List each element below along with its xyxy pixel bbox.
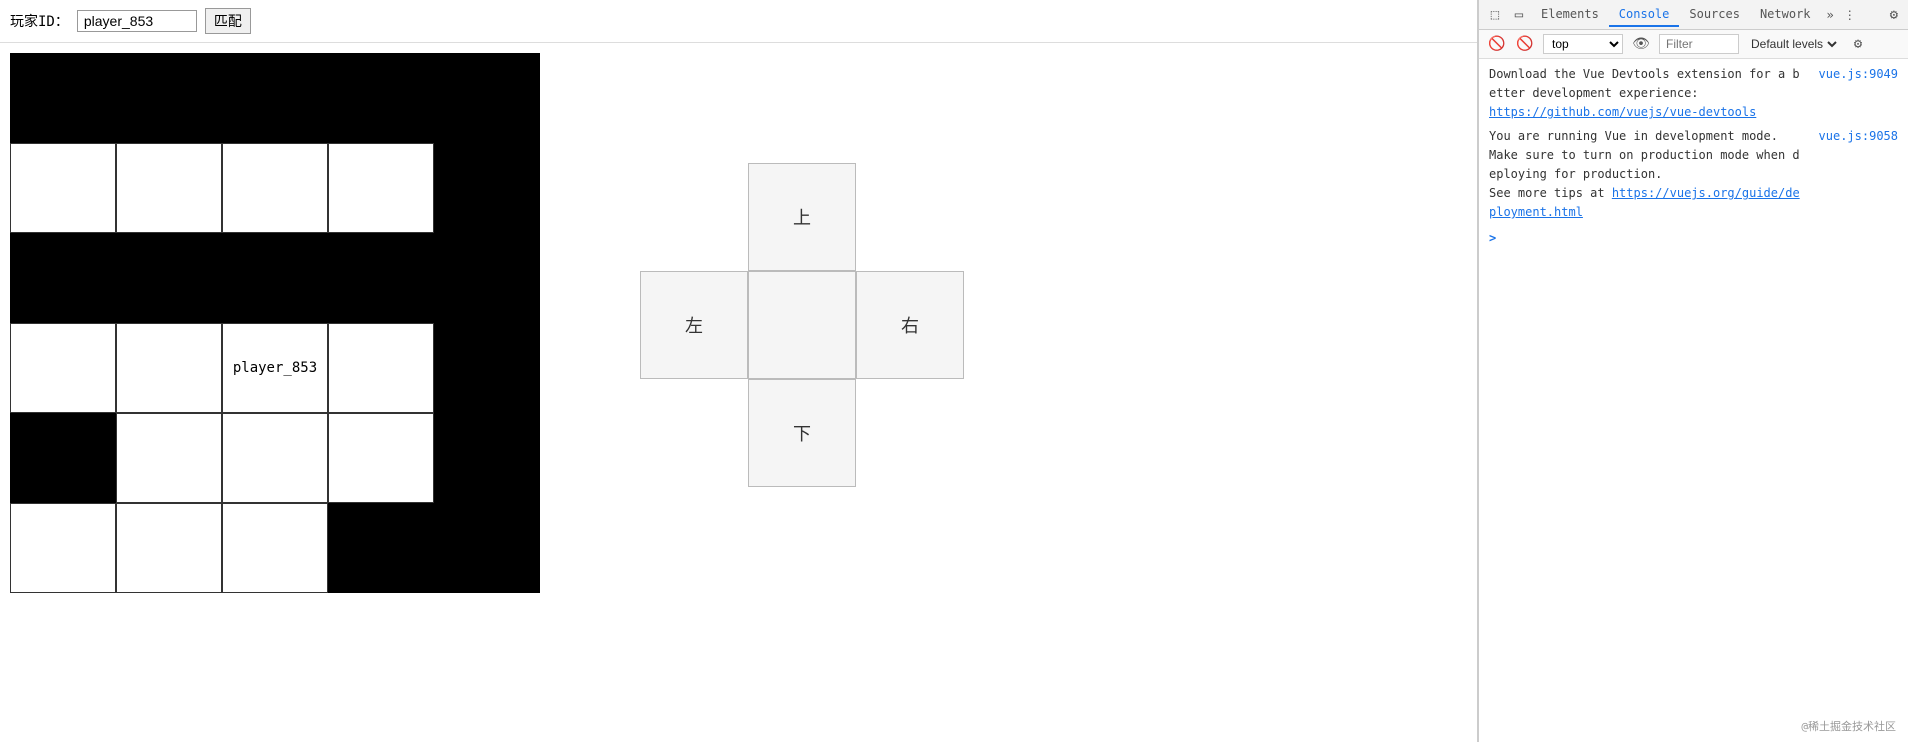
grid-cell <box>328 503 434 593</box>
grid-cell <box>222 413 328 503</box>
gear-icon[interactable]: ⚙ <box>1848 34 1868 54</box>
dpad-empty-tr <box>856 163 964 271</box>
context-select[interactable]: top <box>1543 34 1623 54</box>
grid-cell <box>434 503 540 593</box>
grid-cell <box>10 233 116 323</box>
game-content: player_853 上 左 右 下 <box>0 43 1477 742</box>
dpad-center <box>748 271 856 379</box>
console-output: Download the Vue Devtools extension for … <box>1479 59 1908 742</box>
settings-icon[interactable]: ⚙ <box>1884 3 1904 27</box>
tab-network[interactable]: Network <box>1750 3 1821 27</box>
dpad-container: 上 左 右 下 <box>640 163 964 487</box>
devtools-link[interactable]: https://github.com/vuejs/vue-devtools <box>1489 105 1756 119</box>
inspect-icon[interactable]: ⬚ <box>1483 3 1507 27</box>
clear-icon[interactable]: 🚫 <box>1515 34 1535 54</box>
levels-select[interactable]: Default levels <box>1747 36 1840 52</box>
grid-cell <box>434 413 540 503</box>
devtools-toolbar: 🚫 🚫 top 👁 Default levels ⚙ <box>1479 30 1908 59</box>
grid-cell <box>116 233 222 323</box>
grid-cell <box>434 53 540 143</box>
grid-cell <box>10 413 116 503</box>
eye-icon[interactable]: 👁 <box>1631 34 1651 54</box>
grid-cell: player_853 <box>222 323 328 413</box>
top-bar: 玩家ID： 匹配 <box>0 0 1477 43</box>
grid-cell <box>434 143 540 233</box>
filter-input[interactable] <box>1659 34 1739 54</box>
devtools-tab-bar: ⬚ ▭ Elements Console Sources Network » ⋮… <box>1479 0 1908 30</box>
dpad-left-button[interactable]: 左 <box>640 271 748 379</box>
main-area: 玩家ID： 匹配 player_853 上 左 右 下 <box>0 0 1478 742</box>
grid-cell <box>328 53 434 143</box>
grid-cell <box>328 323 434 413</box>
grid-cell <box>10 323 116 413</box>
console-msg-1-source[interactable]: vue.js:9049 <box>1819 65 1898 84</box>
console-prompt: > <box>1489 229 1898 248</box>
match-button[interactable]: 匹配 <box>205 8 251 34</box>
console-msg-2-text: You are running Vue in development mode.… <box>1489 127 1803 223</box>
dpad-empty-br <box>856 379 964 487</box>
grid-cell <box>116 413 222 503</box>
deployment-link[interactable]: https://vuejs.org/guide/deployment.html <box>1489 186 1800 219</box>
grid-cell <box>328 233 434 323</box>
grid-cell <box>10 503 116 593</box>
grid-container: player_853 <box>10 53 540 593</box>
console-msg-2-source[interactable]: vue.js:9058 <box>1819 127 1898 146</box>
dpad-right-button[interactable]: 右 <box>856 271 964 379</box>
grid-cell <box>222 53 328 143</box>
grid-cell <box>10 143 116 233</box>
tab-console[interactable]: Console <box>1609 3 1680 27</box>
grid-cell <box>434 323 540 413</box>
grid-cell <box>116 323 222 413</box>
grid-cell <box>116 143 222 233</box>
more-tabs-button[interactable]: » <box>1823 4 1838 26</box>
dpad-down-button[interactable]: 下 <box>748 379 856 487</box>
dpad: 上 左 右 下 <box>640 163 964 487</box>
grid-cell <box>116 503 222 593</box>
dpad-empty-tl <box>640 163 748 271</box>
grid-cell <box>116 53 222 143</box>
console-msg-1-text: Download the Vue Devtools extension for … <box>1489 65 1803 123</box>
player-id-label: 玩家ID： <box>10 11 69 31</box>
more-options-button[interactable]: ⋮ <box>1840 4 1860 26</box>
block-icon[interactable]: 🚫 <box>1487 34 1507 54</box>
grid-cell <box>434 233 540 323</box>
grid-cell <box>222 143 328 233</box>
watermark: @稀土掘金技术社区 <box>1801 718 1896 734</box>
dpad-up-button[interactable]: 上 <box>748 163 856 271</box>
dpad-empty-bl <box>640 379 748 487</box>
game-grid: player_853 <box>10 53 540 593</box>
grid-cell <box>328 143 434 233</box>
grid-cell <box>328 413 434 503</box>
device-icon[interactable]: ▭ <box>1507 3 1531 27</box>
console-msg-1: Download the Vue Devtools extension for … <box>1489 65 1898 123</box>
devtools-panel: ⬚ ▭ Elements Console Sources Network » ⋮… <box>1478 0 1908 742</box>
player-id-input[interactable] <box>77 10 197 32</box>
grid-cell <box>222 233 328 323</box>
grid-cell <box>222 503 328 593</box>
grid-cell <box>10 53 116 143</box>
console-msg-2: You are running Vue in development mode.… <box>1489 127 1898 223</box>
tab-elements[interactable]: Elements <box>1531 3 1609 27</box>
tab-sources[interactable]: Sources <box>1679 3 1750 27</box>
